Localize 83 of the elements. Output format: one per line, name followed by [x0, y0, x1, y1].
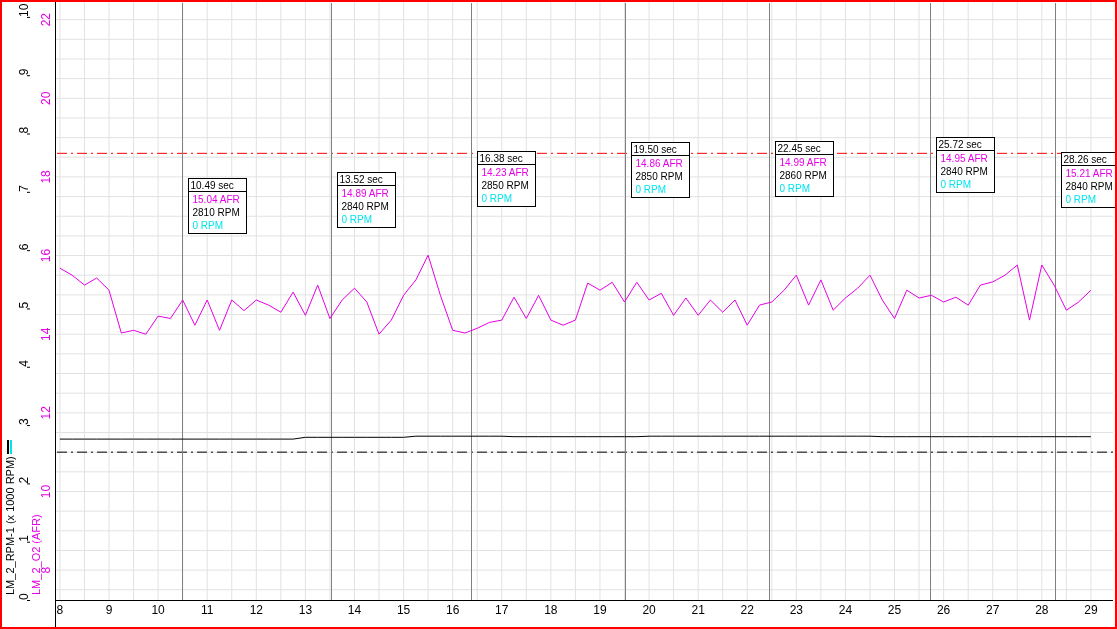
readout-value: 14.89 AFR: [341, 187, 389, 199]
afr-tick-label: 22: [39, 13, 53, 27]
rpm-tick-label: 2: [17, 476, 31, 485]
readout-value: 14.86 AFR: [635, 157, 683, 169]
x-tick-label: 19: [593, 603, 607, 617]
x-tick-label: 24: [838, 603, 853, 617]
readout-time: 16.38 sec: [479, 153, 523, 164]
readout-value: 2850 RPM: [481, 179, 529, 191]
readout-value: 2810 RPM: [192, 206, 240, 218]
readout-value: 14.99 AFR: [779, 156, 827, 168]
readout-value: 0 RPM: [481, 192, 513, 204]
x-tick-label: 16: [446, 603, 460, 617]
x-tick-label: 21: [691, 603, 705, 617]
x-tick-label: 26: [936, 603, 951, 617]
x-tick-label: 18: [544, 603, 558, 617]
readout-background: [631, 142, 690, 198]
x-tick-label: 22: [740, 603, 754, 617]
x-tick-label: 29: [1084, 603, 1098, 617]
readout-time: 25.72 sec: [938, 139, 982, 150]
readout-value: 0 RPM: [341, 213, 373, 225]
rpm-tick-label: 6: [17, 243, 31, 252]
readout-time: 13.52 sec: [339, 174, 383, 185]
x-tick-label: 20: [642, 603, 656, 617]
readout-background: [337, 172, 396, 228]
readout-time: 10.49 sec: [190, 180, 234, 191]
x-tick-label: 13: [298, 603, 313, 617]
x-tick-label: 27: [986, 603, 1000, 617]
rpm-tick-label: 5: [17, 301, 31, 310]
rpm-tick-label: 1: [17, 535, 31, 543]
x-tick-label: 9: [105, 603, 113, 617]
cursor-line[interactable]: [182, 2, 183, 601]
readout-value: 0 RPM: [940, 178, 972, 190]
cursor-line[interactable]: [471, 2, 472, 601]
afr-tick-label: 10: [39, 484, 53, 499]
readout-background: [936, 137, 995, 193]
readout-value: 15.21 AFR: [1065, 167, 1113, 179]
afr-tick-label: 18: [39, 170, 53, 184]
rpm-axis-label: LM_2_RPM-1 (x 1000 RPM): [4, 456, 16, 595]
rpm-tick-label: 0: [17, 593, 31, 601]
readout-background: [188, 178, 247, 234]
readout-value: 2850 RPM: [635, 170, 683, 182]
rpm-tick-label: 8: [17, 126, 31, 135]
x-tick-label: 23: [789, 603, 803, 617]
cursor-line[interactable]: [625, 2, 626, 601]
x-tick-label: 8: [56, 603, 64, 617]
readout-background: [775, 141, 834, 197]
afr-tick-label: 12: [39, 406, 53, 420]
rpm-tick-label: 10: [17, 3, 31, 18]
x-tick-label: 15: [396, 603, 411, 617]
rpm-tick-label: 7: [17, 185, 31, 193]
readout-value: 2860 RPM: [779, 169, 827, 181]
rpm-tick-label: 9: [17, 68, 31, 77]
cursor-line[interactable]: [930, 2, 931, 601]
readout-background: [477, 151, 536, 207]
readout-value: 14.23 AFR: [481, 166, 529, 178]
x-tick-label: 11: [201, 603, 214, 617]
rpm-tick-label: 3: [17, 418, 31, 427]
afr-tick-label: 20: [39, 91, 53, 105]
readout-value: 2840 RPM: [1065, 180, 1113, 192]
readout-time: 19.50 sec: [633, 144, 677, 155]
rpm-tick-label: 4: [17, 360, 31, 368]
cursor-line[interactable]: [331, 2, 332, 601]
readout-value: 0 RPM: [1065, 193, 1097, 205]
readout-value: 0 RPM: [779, 182, 811, 194]
x-tick-label: 14: [347, 603, 362, 617]
readout-time: 28.26 sec: [1063, 154, 1107, 165]
x-tick-label: 12: [249, 603, 263, 617]
readout-background: [1061, 152, 1117, 208]
afr-tick-label: 16: [39, 248, 53, 263]
x-tick-label: 28: [1035, 603, 1049, 617]
readout-value: 2840 RPM: [940, 165, 988, 177]
readout-value: 2840 RPM: [341, 200, 389, 212]
x-tick-label: 10: [151, 603, 165, 617]
readout-value: 0 RPM: [192, 219, 224, 231]
afr-tick-label: 14: [39, 327, 53, 341]
cursor-line[interactable]: [769, 2, 770, 601]
cursor-line[interactable]: [1055, 2, 1056, 601]
x-tick-label: 17: [495, 603, 509, 617]
readout-value: 0 RPM: [635, 183, 667, 195]
readout-value: 14.95 AFR: [940, 152, 988, 164]
x-tick-label: 25: [887, 603, 902, 617]
readout-value: 15.04 AFR: [192, 193, 240, 205]
readout-time: 22.45 sec: [777, 143, 821, 154]
